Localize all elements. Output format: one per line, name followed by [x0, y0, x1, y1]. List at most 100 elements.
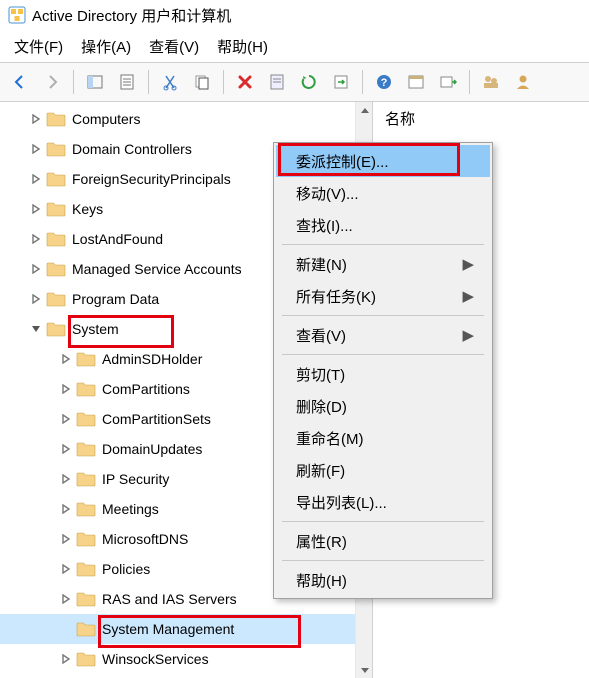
ctx-delete[interactable]: 删除(D) [276, 390, 490, 422]
delete-button[interactable] [231, 68, 259, 96]
expander-icon[interactable] [58, 441, 74, 457]
details-header-name: 名称 [385, 108, 577, 129]
expander-icon[interactable] [28, 171, 44, 187]
expander-icon[interactable] [58, 621, 74, 637]
tree-item-label: Computers [72, 111, 140, 127]
tree-item-label: ForeignSecurityPrincipals [72, 171, 231, 187]
ctx-move[interactable]: 移动(V)... [276, 177, 490, 209]
expander-icon[interactable] [28, 141, 44, 157]
ctx-cut[interactable]: 剪切(T) [276, 358, 490, 390]
expander-icon[interactable] [58, 561, 74, 577]
expander-icon[interactable] [58, 471, 74, 487]
expander-icon[interactable] [28, 321, 44, 337]
tree-item-label: Keys [72, 201, 103, 217]
toolbar-separator [362, 70, 363, 94]
tree-item-label: IP Security [102, 471, 169, 487]
ctx-properties[interactable]: 属性(R) [276, 525, 490, 557]
tree-item[interactable]: WinsockServices [0, 644, 372, 674]
tree-item-label: MicrosoftDNS [102, 531, 188, 547]
tree-item-label: Policies [102, 561, 150, 577]
expander-icon[interactable] [28, 231, 44, 247]
svg-text:?: ? [381, 77, 388, 89]
submenu-arrow-icon: ▶ [462, 326, 474, 344]
ctx-label: 委派控制(E)... [296, 151, 389, 172]
ctx-find[interactable]: 查找(I)... [276, 209, 490, 241]
ctx-help[interactable]: 帮助(H) [276, 564, 490, 596]
expander-icon[interactable] [58, 501, 74, 517]
ctx-all-tasks[interactable]: 所有任务(K)▶ [276, 280, 490, 312]
props2-button[interactable] [263, 68, 291, 96]
expander-icon[interactable] [58, 591, 74, 607]
ctx-view[interactable]: 查看(V) ▶ [276, 319, 490, 351]
nav-forward-button[interactable] [38, 68, 66, 96]
ctx-separator [282, 521, 484, 522]
find-users-button[interactable] [477, 68, 505, 96]
ctx-label: 导出列表(L)... [296, 492, 387, 513]
ctx-label: 帮助(H) [296, 570, 347, 591]
expander-icon[interactable] [58, 351, 74, 367]
expander-icon[interactable] [28, 111, 44, 127]
show-hide-tree-button[interactable] [81, 68, 109, 96]
properties-button[interactable] [113, 68, 141, 96]
ctx-separator [282, 244, 484, 245]
expander-icon[interactable] [58, 411, 74, 427]
ctx-rename[interactable]: 重命名(M) [276, 422, 490, 454]
toolbar-separator [469, 70, 470, 94]
tree-item-label: Managed Service Accounts [72, 261, 242, 277]
copy-button[interactable] [188, 68, 216, 96]
ad-app-icon [8, 6, 26, 24]
expander-icon[interactable] [28, 261, 44, 277]
tree-item-label: WinsockServices [102, 651, 209, 667]
help-button[interactable]: ? [370, 68, 398, 96]
ctx-new[interactable]: 新建(N)▶ [276, 248, 490, 280]
submenu-arrow-icon: ▶ [462, 255, 474, 273]
tree-item-label: RAS and IAS Servers [102, 591, 237, 607]
ctx-export-list[interactable]: 导出列表(L)... [276, 486, 490, 518]
ctx-label: 重命名(M) [296, 428, 364, 449]
ctx-label: 刷新(F) [296, 460, 345, 481]
ctx-label: 移动(V)... [296, 183, 359, 204]
expander-icon[interactable] [58, 651, 74, 667]
tree-item-label: ComPartitionSets [102, 411, 211, 427]
window-title: Active Directory 用户和计算机 [32, 5, 231, 26]
tree-item-label: System Management [102, 621, 234, 637]
tree-item[interactable]: Computers [0, 104, 372, 134]
tree-item-label: ComPartitions [102, 381, 190, 397]
cut-button[interactable] [156, 68, 184, 96]
expander-icon[interactable] [58, 381, 74, 397]
menu-bar: 文件(F) 操作(A) 查看(V) 帮助(H) [0, 30, 589, 62]
export-button[interactable] [327, 68, 355, 96]
ctx-label: 剪切(T) [296, 364, 345, 385]
tree-item-label: AdminSDHolder [102, 351, 202, 367]
menu-action[interactable]: 操作(A) [81, 36, 131, 57]
tree-item-label: System [72, 321, 119, 337]
scroll-down-icon[interactable] [356, 661, 372, 678]
filter-button[interactable] [402, 68, 430, 96]
add-user-button[interactable] [509, 68, 537, 96]
title-bar: Active Directory 用户和计算机 [0, 0, 589, 30]
tree-item-label: Meetings [102, 501, 159, 517]
ctx-label: 属性(R) [296, 531, 347, 552]
refresh-button[interactable] [295, 68, 323, 96]
ctx-refresh[interactable]: 刷新(F) [276, 454, 490, 486]
menu-file[interactable]: 文件(F) [14, 36, 63, 57]
ctx-label: 删除(D) [296, 396, 347, 417]
toolbar-separator [73, 70, 74, 94]
expander-icon[interactable] [28, 291, 44, 307]
nav-back-button[interactable] [6, 68, 34, 96]
ctx-separator [282, 354, 484, 355]
ctx-separator [282, 315, 484, 316]
tree-item[interactable]: System Management [0, 614, 372, 644]
toolbar-separator [148, 70, 149, 94]
submenu-arrow-icon: ▶ [462, 287, 474, 305]
menu-view[interactable]: 查看(V) [149, 36, 199, 57]
ctx-delegate-control[interactable]: 委派控制(E)... [276, 145, 490, 177]
menu-help[interactable]: 帮助(H) [217, 36, 268, 57]
expander-icon[interactable] [28, 201, 44, 217]
toolbar-separator [223, 70, 224, 94]
scroll-up-icon[interactable] [356, 102, 372, 119]
tree-item-label: LostAndFound [72, 231, 163, 247]
ctx-label: 查看(V) [296, 325, 346, 346]
expander-icon[interactable] [58, 531, 74, 547]
run-button[interactable] [434, 68, 462, 96]
